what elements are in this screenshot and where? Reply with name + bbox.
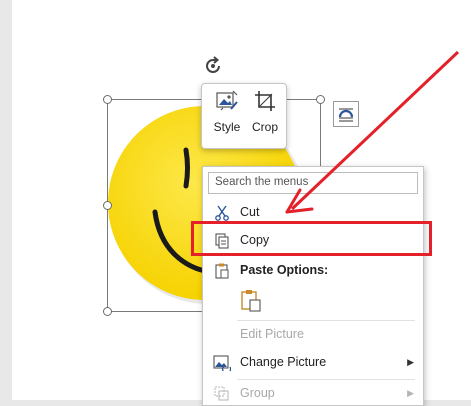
scissors-icon [213,204,231,222]
search-placeholder: Search the menus [215,176,309,188]
search-menus-input[interactable]: Search the menus [208,172,418,194]
chevron-right-icon: ▶ [407,357,414,367]
change-picture-label: Change Picture [240,355,327,369]
menu-divider [237,320,415,321]
paste-picture-icon [240,290,262,317]
copy-highlight-box [191,221,432,256]
menu-item-edit-picture[interactable]: Edit Picture [203,323,423,347]
context-menu: Search the menus Cut Copy Paste Options:… [202,166,424,406]
crop-label: Crop [251,120,278,134]
paste-options-header: Paste Options: [203,259,423,283]
mini-toolbar: Style Crop [201,83,287,149]
clipboard-icon [213,262,231,280]
cut-label: Cut [240,205,260,219]
paste-options-label: Paste Options: [240,263,329,277]
keep-format-paste-button[interactable] [240,289,262,313]
resize-handle-middle-left[interactable] [103,201,112,210]
picture-style-icon [215,88,239,114]
menu-divider [237,379,415,380]
style-button[interactable]: Style [208,88,246,142]
resize-handle-top-right[interactable] [316,95,325,104]
edit-picture-label: Edit Picture [240,327,304,341]
style-label: Style [213,120,241,134]
group-label: Group [240,386,275,400]
change-picture-icon [213,354,231,372]
resize-handle-bottom-left[interactable] [103,307,112,316]
menu-item-change-picture[interactable]: Change Picture ▶ [203,351,423,375]
group-icon [213,385,231,403]
crop-button[interactable]: Crop [246,88,284,142]
resize-handle-top-left[interactable] [103,95,112,104]
crop-icon [254,88,276,114]
layout-options-icon[interactable] [333,101,359,127]
rotate-icon[interactable] [202,55,224,77]
chevron-right-icon: ▶ [407,388,414,398]
menu-item-group[interactable]: Group ▶ [203,382,423,406]
